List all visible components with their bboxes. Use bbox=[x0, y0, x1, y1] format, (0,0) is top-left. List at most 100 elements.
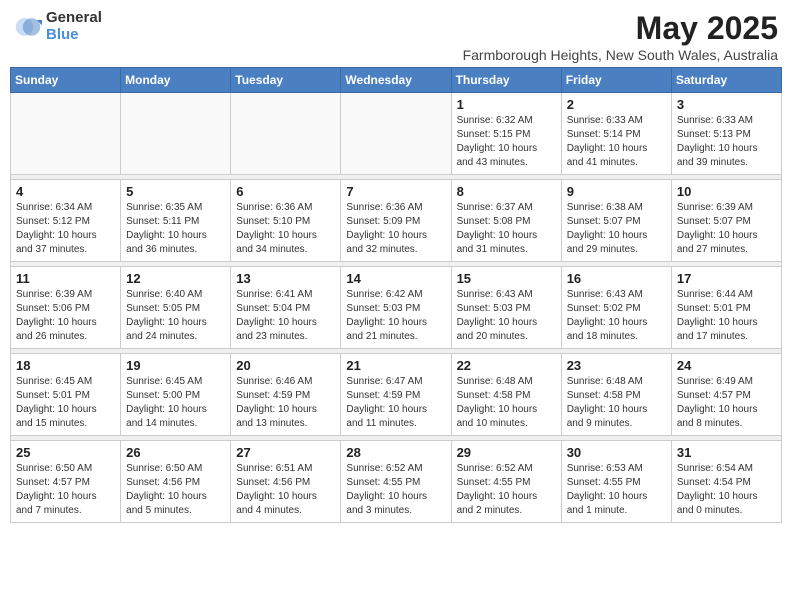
day-info: Sunrise: 6:45 AM Sunset: 5:00 PM Dayligh… bbox=[126, 375, 225, 431]
calendar-cell: 22Sunrise: 6:48 AM Sunset: 4:58 PM Dayli… bbox=[451, 354, 561, 436]
calendar-cell: 2 Sunrise: 6:33 AM Sunset: 5:14 PM Daylig… bbox=[561, 93, 671, 175]
calendar-cell: 4Sunrise: 6:34 AM Sunset: 5:12 PM Daylig… bbox=[11, 180, 121, 262]
day-info: Sunrise: 6:43 AM Sunset: 5:02 PM Dayligh… bbox=[567, 288, 666, 344]
day-info: Sunrise: 6:35 AM Sunset: 5:11 PM Dayligh… bbox=[126, 201, 225, 257]
day-info: Sunrise: 6:41 AM Sunset: 5:04 PM Dayligh… bbox=[236, 288, 335, 344]
day-number: 31 bbox=[677, 445, 776, 460]
day-info: Sunrise: 6:52 AM Sunset: 4:55 PM Dayligh… bbox=[457, 462, 556, 518]
weekday-header-row: SundayMondayTuesdayWednesdayThursdayFrid… bbox=[11, 68, 782, 93]
day-number: 18 bbox=[16, 358, 115, 373]
day-number: 16 bbox=[567, 271, 666, 286]
day-number: 14 bbox=[346, 271, 445, 286]
day-number: 29 bbox=[457, 445, 556, 460]
calendar-week-row: 4Sunrise: 6:34 AM Sunset: 5:12 PM Daylig… bbox=[11, 180, 782, 262]
day-info: Sunrise: 6:33 AM Sunset: 5:13 PM Dayligh… bbox=[677, 114, 776, 170]
day-info: Sunrise: 6:50 AM Sunset: 4:56 PM Dayligh… bbox=[126, 462, 225, 518]
calendar-week-row: 18 Sunrise: 6:45 AM Sunset: 5:01 PM Dayli… bbox=[11, 354, 782, 436]
calendar-cell bbox=[341, 93, 451, 175]
calendar-cell: 11 Sunrise: 6:39 AM Sunset: 5:06 PM Dayli… bbox=[11, 267, 121, 349]
calendar-cell: 20 Sunrise: 6:46 AM Sunset: 4:59 PM Dayli… bbox=[231, 354, 341, 436]
day-number: 12 bbox=[126, 271, 225, 286]
day-info: Sunrise: 6:33 AM Sunset: 5:14 PM Dayligh… bbox=[567, 114, 666, 170]
calendar-cell bbox=[231, 93, 341, 175]
day-info: Sunrise: 6:49 AM Sunset: 4:57 PM Dayligh… bbox=[677, 375, 776, 431]
calendar-week-row: 1 Sunrise: 6:32 AM Sunset: 5:15 PM Daylig… bbox=[11, 93, 782, 175]
day-info: Sunrise: 6:39 AM Sunset: 5:07 PM Dayligh… bbox=[677, 201, 776, 257]
calendar-cell: 3 Sunrise: 6:33 AM Sunset: 5:13 PM Daylig… bbox=[671, 93, 781, 175]
day-number: 30 bbox=[567, 445, 666, 460]
day-number: 11 bbox=[16, 271, 115, 286]
page-header: General Blue May 2025 Farmborough Height… bbox=[10, 10, 782, 63]
day-number: 6 bbox=[236, 184, 335, 199]
day-info: Sunrise: 6:52 AM Sunset: 4:55 PM Dayligh… bbox=[346, 462, 445, 518]
day-info: Sunrise: 6:47 AM Sunset: 4:59 PM Dayligh… bbox=[346, 375, 445, 431]
day-info: Sunrise: 6:36 AM Sunset: 5:10 PM Dayligh… bbox=[236, 201, 335, 257]
logo-general-label: General bbox=[46, 10, 102, 27]
day-number: 26 bbox=[126, 445, 225, 460]
calendar-cell: 12 Sunrise: 6:40 AM Sunset: 5:05 PM Dayli… bbox=[121, 267, 231, 349]
calendar-cell: 13 Sunrise: 6:41 AM Sunset: 5:04 PM Dayli… bbox=[231, 267, 341, 349]
day-number: 20 bbox=[236, 358, 335, 373]
day-info: Sunrise: 6:38 AM Sunset: 5:07 PM Dayligh… bbox=[567, 201, 666, 257]
calendar-week-row: 11 Sunrise: 6:39 AM Sunset: 5:06 PM Dayli… bbox=[11, 267, 782, 349]
day-info: Sunrise: 6:44 AM Sunset: 5:01 PM Dayligh… bbox=[677, 288, 776, 344]
calendar-cell: 6 Sunrise: 6:36 AM Sunset: 5:10 PM Daylig… bbox=[231, 180, 341, 262]
day-number: 22 bbox=[457, 358, 556, 373]
weekday-header-thursday: Thursday bbox=[451, 68, 561, 93]
day-info: Sunrise: 6:40 AM Sunset: 5:05 PM Dayligh… bbox=[126, 288, 225, 344]
day-number: 7 bbox=[346, 184, 445, 199]
day-number: 27 bbox=[236, 445, 335, 460]
logo-text: General Blue bbox=[46, 10, 102, 43]
calendar-cell: 31 Sunrise: 6:54 AM Sunset: 4:54 PM Dayli… bbox=[671, 441, 781, 523]
day-info: Sunrise: 6:51 AM Sunset: 4:56 PM Dayligh… bbox=[236, 462, 335, 518]
calendar-cell: 1 Sunrise: 6:32 AM Sunset: 5:15 PM Daylig… bbox=[451, 93, 561, 175]
day-number: 13 bbox=[236, 271, 335, 286]
calendar-cell: 23 Sunrise: 6:48 AM Sunset: 4:58 PM Dayli… bbox=[561, 354, 671, 436]
day-number: 19 bbox=[126, 358, 225, 373]
weekday-header-monday: Monday bbox=[121, 68, 231, 93]
day-number: 9 bbox=[567, 184, 666, 199]
day-number: 2 bbox=[567, 97, 666, 112]
calendar-table: SundayMondayTuesdayWednesdayThursdayFrid… bbox=[10, 67, 782, 523]
day-number: 5 bbox=[126, 184, 225, 199]
day-info: Sunrise: 6:37 AM Sunset: 5:08 PM Dayligh… bbox=[457, 201, 556, 257]
calendar-cell: 28 Sunrise: 6:52 AM Sunset: 4:55 PM Dayli… bbox=[341, 441, 451, 523]
day-number: 28 bbox=[346, 445, 445, 460]
calendar-cell: 24 Sunrise: 6:49 AM Sunset: 4:57 PM Dayli… bbox=[671, 354, 781, 436]
day-info: Sunrise: 6:48 AM Sunset: 4:58 PM Dayligh… bbox=[567, 375, 666, 431]
day-number: 1 bbox=[457, 97, 556, 112]
calendar-cell: 30 Sunrise: 6:53 AM Sunset: 4:55 PM Dayli… bbox=[561, 441, 671, 523]
day-number: 23 bbox=[567, 358, 666, 373]
day-number: 24 bbox=[677, 358, 776, 373]
weekday-header-friday: Friday bbox=[561, 68, 671, 93]
logo: General Blue bbox=[14, 10, 102, 43]
day-number: 10 bbox=[677, 184, 776, 199]
calendar-cell: 14Sunrise: 6:42 AM Sunset: 5:03 PM Dayli… bbox=[341, 267, 451, 349]
title-block: May 2025 Farmborough Heights, New South … bbox=[463, 10, 778, 63]
day-info: Sunrise: 6:50 AM Sunset: 4:57 PM Dayligh… bbox=[16, 462, 115, 518]
day-number: 3 bbox=[677, 97, 776, 112]
day-info: Sunrise: 6:46 AM Sunset: 4:59 PM Dayligh… bbox=[236, 375, 335, 431]
calendar-cell: 19 Sunrise: 6:45 AM Sunset: 5:00 PM Dayli… bbox=[121, 354, 231, 436]
calendar-cell: 5 Sunrise: 6:35 AM Sunset: 5:11 PM Daylig… bbox=[121, 180, 231, 262]
calendar-cell: 9 Sunrise: 6:38 AM Sunset: 5:07 PM Daylig… bbox=[561, 180, 671, 262]
calendar-cell: 8Sunrise: 6:37 AM Sunset: 5:08 PM Daylig… bbox=[451, 180, 561, 262]
day-info: Sunrise: 6:54 AM Sunset: 4:54 PM Dayligh… bbox=[677, 462, 776, 518]
calendar-cell: 26 Sunrise: 6:50 AM Sunset: 4:56 PM Dayli… bbox=[121, 441, 231, 523]
logo-blue-label: Blue bbox=[46, 27, 102, 44]
day-info: Sunrise: 6:53 AM Sunset: 4:55 PM Dayligh… bbox=[567, 462, 666, 518]
day-info: Sunrise: 6:32 AM Sunset: 5:15 PM Dayligh… bbox=[457, 114, 556, 170]
calendar-cell: 17Sunrise: 6:44 AM Sunset: 5:01 PM Dayli… bbox=[671, 267, 781, 349]
weekday-header-saturday: Saturday bbox=[671, 68, 781, 93]
day-info: Sunrise: 6:39 AM Sunset: 5:06 PM Dayligh… bbox=[16, 288, 115, 344]
calendar-cell: 7Sunrise: 6:36 AM Sunset: 5:09 PM Daylig… bbox=[341, 180, 451, 262]
calendar-cell: 21Sunrise: 6:47 AM Sunset: 4:59 PM Dayli… bbox=[341, 354, 451, 436]
weekday-header-tuesday: Tuesday bbox=[231, 68, 341, 93]
day-number: 4 bbox=[16, 184, 115, 199]
day-number: 15 bbox=[457, 271, 556, 286]
month-year-title: May 2025 bbox=[463, 10, 778, 47]
weekday-header-sunday: Sunday bbox=[11, 68, 121, 93]
day-number: 25 bbox=[16, 445, 115, 460]
calendar-cell: 25 Sunrise: 6:50 AM Sunset: 4:57 PM Dayli… bbox=[11, 441, 121, 523]
day-info: Sunrise: 6:45 AM Sunset: 5:01 PM Dayligh… bbox=[16, 375, 115, 431]
